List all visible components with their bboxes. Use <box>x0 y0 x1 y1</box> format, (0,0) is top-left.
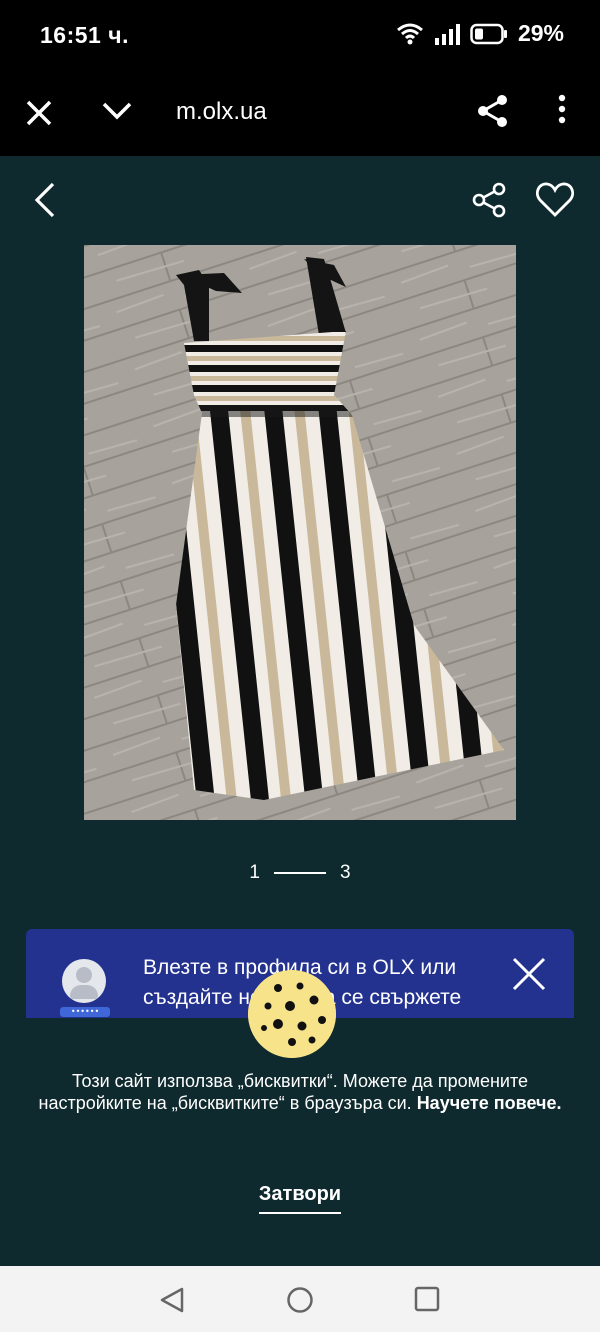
ad-gallery: 1 3 •••••• Влезте в профила си в OLX или… <box>0 156 600 1029</box>
share-icon[interactable] <box>472 182 508 218</box>
share-icon[interactable] <box>476 94 510 134</box>
cookie-text-block: Този сайт използва „бисквитки“. Можете д… <box>30 1070 570 1114</box>
pager-divider <box>274 872 326 874</box>
url-text[interactable]: m.olx.ua <box>176 98 267 126</box>
close-icon[interactable] <box>512 957 546 991</box>
more-vert-icon[interactable] <box>556 94 568 134</box>
back-triangle-icon[interactable] <box>158 1286 186 1314</box>
close-icon[interactable] <box>26 94 52 134</box>
pager-total: 3 <box>340 862 351 883</box>
back-chevron-icon[interactable] <box>34 182 56 218</box>
system-nav-bar <box>0 1266 600 1332</box>
close-cookie-label: Затвори <box>258 1183 342 1214</box>
browser-toolbar: m.olx.ua <box>0 72 600 156</box>
heart-icon[interactable] <box>536 182 574 218</box>
signal-icon <box>434 23 460 45</box>
avatar-icon <box>62 959 106 1003</box>
recents-square-icon[interactable] <box>414 1286 440 1312</box>
chevron-down-icon[interactable] <box>102 94 132 134</box>
password-mask: •••••• <box>60 1007 110 1017</box>
wifi-icon <box>396 23 423 44</box>
learn-more-link[interactable]: Научете повече. <box>417 1093 562 1113</box>
status-icons: 29% <box>396 20 564 47</box>
battery-icon <box>470 23 507 44</box>
dress-photo[interactable] <box>84 245 516 820</box>
battery-percent: 29% <box>517 20 564 46</box>
cookie-icon <box>248 970 336 1058</box>
status-time: 16:51 ч. <box>40 22 129 48</box>
pager-current: 1 <box>249 862 260 883</box>
home-circle-icon[interactable] <box>286 1286 314 1314</box>
close-cookie-button[interactable]: Затвори <box>0 1183 600 1214</box>
gallery-pager: 1 3 <box>0 862 600 884</box>
status-bar: 16:51 ч. 29% <box>0 0 600 72</box>
